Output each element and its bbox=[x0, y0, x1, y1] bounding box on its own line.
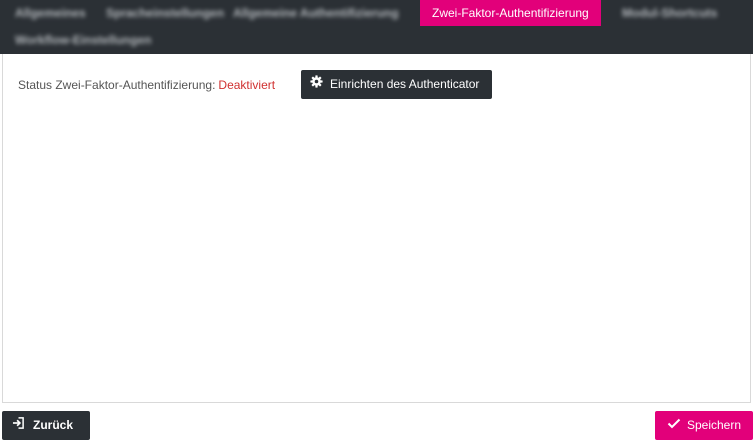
status-value: Deaktiviert bbox=[218, 78, 276, 92]
tab-modul-shortcuts[interactable]: Modul-Shortcuts bbox=[622, 1, 717, 26]
setup-authenticator-button[interactable]: Einrichten des Authenticator bbox=[301, 70, 493, 99]
two-factor-status: Status Zwei-Faktor-Authentifizierung: Dea… bbox=[18, 76, 275, 94]
tab-allgemeine-authentifizierung[interactable]: Allgemeine Authentifizierung bbox=[233, 1, 399, 26]
tab-workflow-einstellungen[interactable]: Workflow-Einstellungen bbox=[15, 28, 151, 53]
status-label: Status Zwei-Faktor-Authentifizierung: bbox=[18, 78, 216, 92]
back-label: Zurück bbox=[33, 418, 74, 432]
settings-tab-bar: Allgemeines Spracheinstellungen Allgemei… bbox=[0, 0, 753, 54]
tab-spracheinstellungen[interactable]: Spracheinstellungen bbox=[106, 1, 224, 26]
setup-authenticator-label: Einrichten des Authenticator bbox=[330, 77, 480, 91]
tab-allgemeines[interactable]: Allgemeines bbox=[15, 1, 86, 26]
tab-zwei-faktor-authentifizierung[interactable]: Zwei-Faktor-Authentifizierung bbox=[420, 0, 601, 26]
settings-page: Allgemeines Spracheinstellungen Allgemei… bbox=[0, 0, 753, 443]
save-button[interactable]: Speichern bbox=[655, 411, 753, 440]
two-factor-panel: Status Zwei-Faktor-Authentifizierung: Dea… bbox=[2, 54, 751, 403]
sign-in-icon bbox=[12, 411, 25, 440]
check-icon bbox=[667, 411, 681, 440]
gear-icon bbox=[310, 70, 323, 99]
save-label: Speichern bbox=[686, 418, 742, 432]
back-button[interactable]: Zurück bbox=[2, 411, 91, 440]
